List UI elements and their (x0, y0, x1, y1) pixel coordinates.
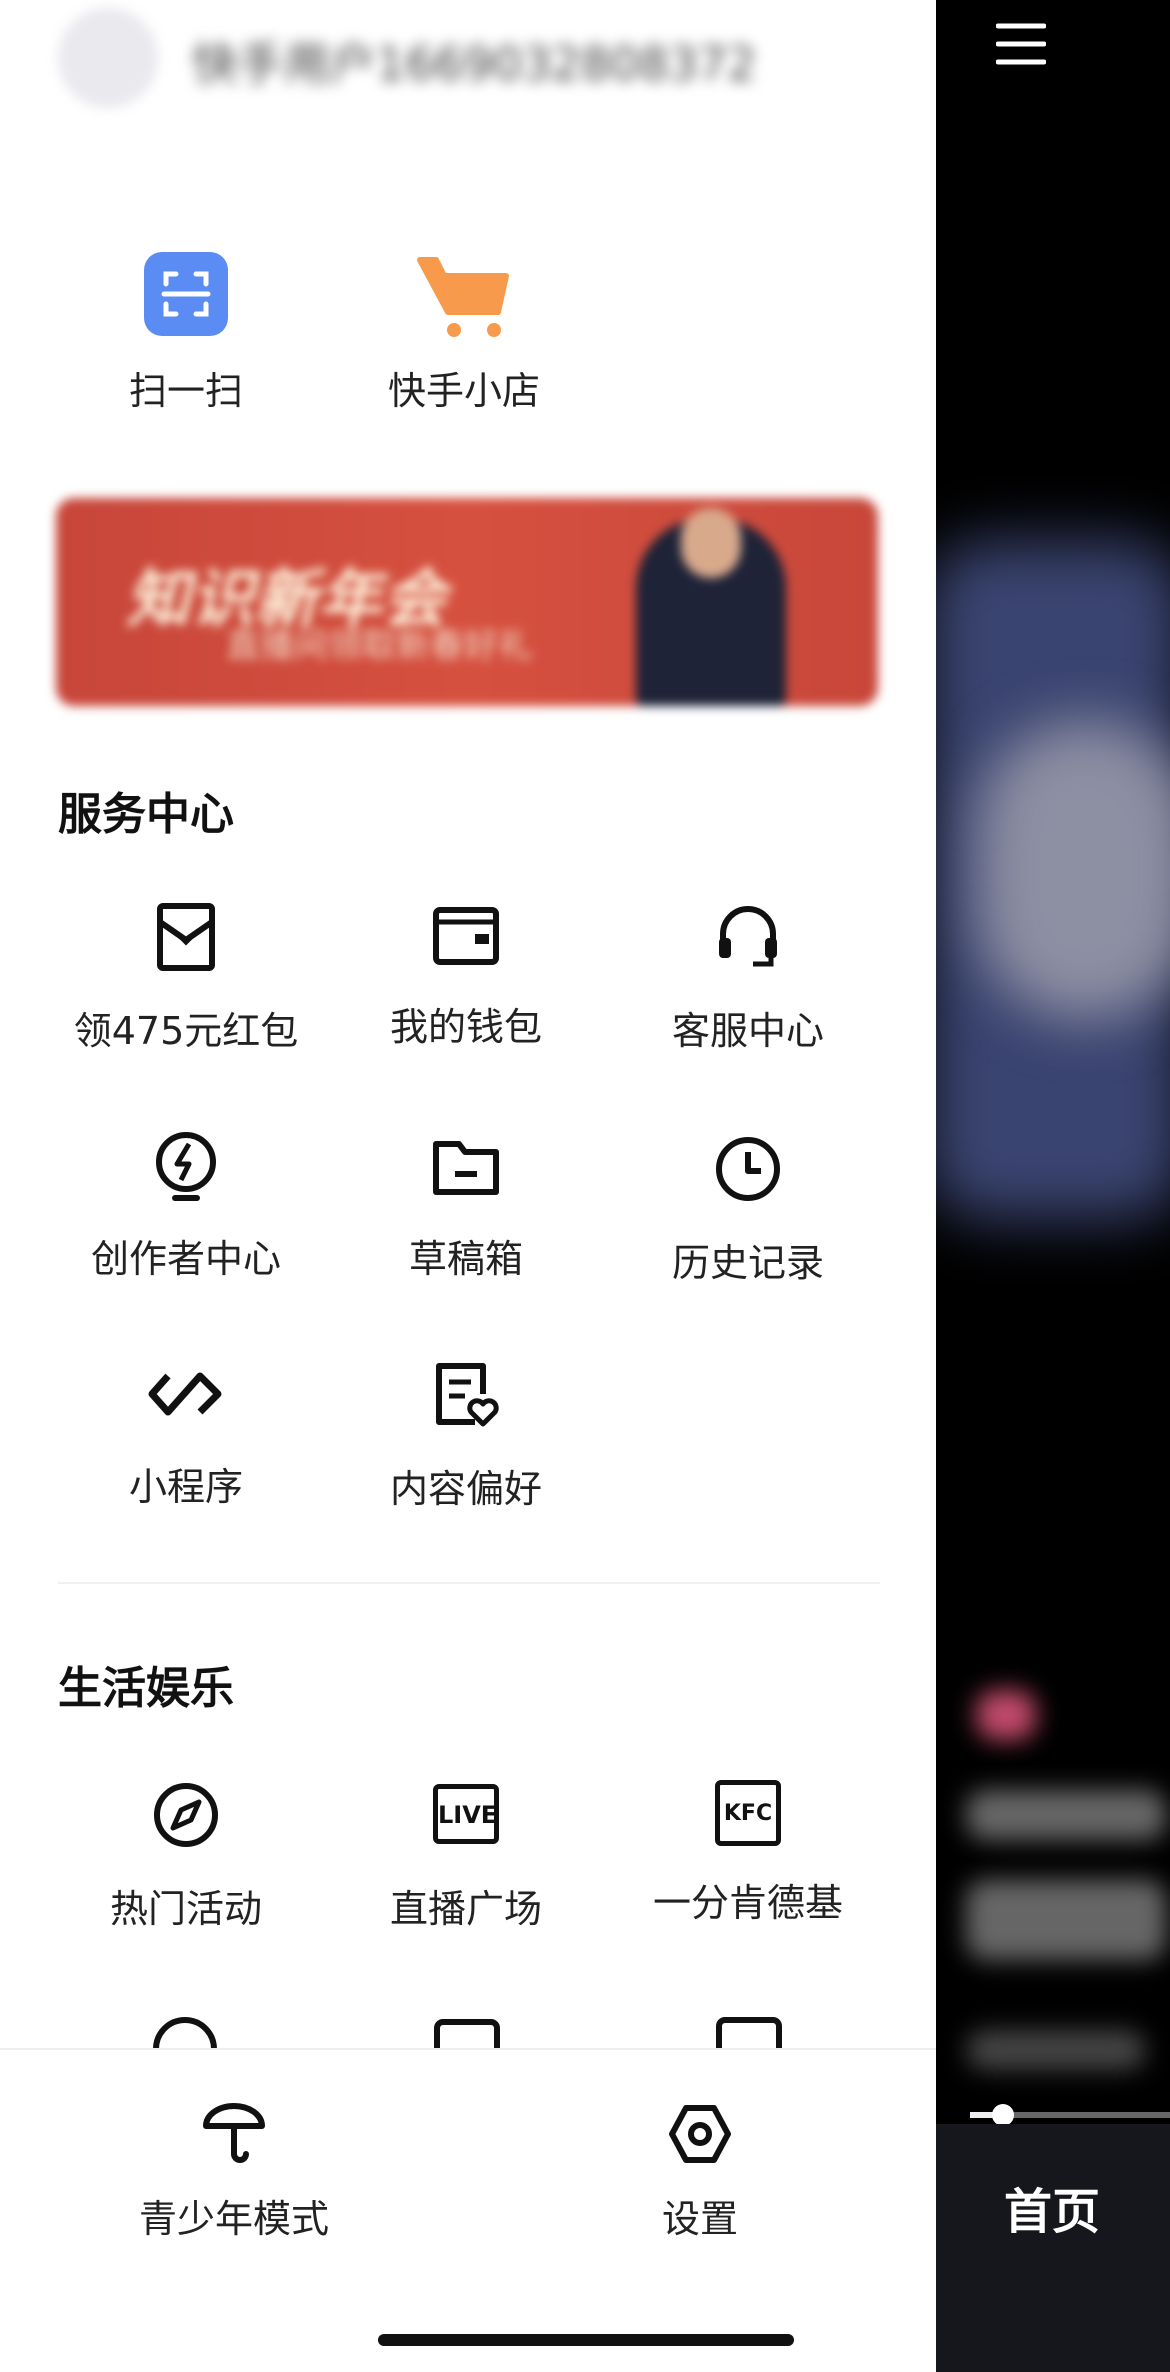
compass-icon (154, 1783, 218, 1847)
video-blur-avatar (976, 1690, 1036, 1740)
promo-banner[interactable]: 知识新年会 直播间领取新春好礼 (56, 498, 878, 706)
home-indicator[interactable] (378, 2334, 794, 2346)
settings-label: 设置 (661, 2197, 738, 2241)
scan-icon (144, 252, 228, 336)
drawer-bottom-bar: 青少年模式 设置 (0, 2048, 936, 2372)
creator-center-button[interactable]: 创作者中心 (46, 1130, 326, 1283)
video-feed-background[interactable]: 首页 (936, 0, 1170, 2372)
customer-service-label: 客服中心 (671, 1009, 824, 1053)
wallet-label: 我的钱包 (389, 1005, 542, 1049)
video-progress-thumb[interactable] (992, 2104, 1014, 2126)
mini-program-label: 小程序 (128, 1465, 243, 1509)
headset-icon (719, 906, 777, 967)
hamburger-menu-icon[interactable] (995, 22, 1047, 70)
content-preference-button[interactable]: 内容偏好 (326, 1360, 606, 1513)
mini-program-button[interactable]: 小程序 (46, 1366, 326, 1511)
umbrella-icon (203, 2103, 265, 2163)
mini-program-icon (148, 1372, 222, 1416)
history-label: 历史记录 (671, 1241, 824, 1285)
shop-label: 快手小店 (387, 369, 540, 413)
banner-person-head (681, 508, 741, 578)
content-preference-label: 内容偏好 (389, 1467, 542, 1511)
video-blur-text-1 (966, 1790, 1166, 1840)
youth-mode-label: 青少年模式 (138, 2197, 329, 2241)
bulb-lightning-icon (156, 1132, 216, 1201)
red-packet-icon (157, 903, 215, 971)
shop-button[interactable]: 快手小店 (364, 252, 564, 415)
content-preference-icon (436, 1363, 499, 1427)
settings-hexagon-icon (669, 2105, 731, 2163)
tab-home[interactable]: 首页 (1004, 2172, 1100, 2242)
customer-service-button[interactable]: 客服中心 (608, 902, 888, 1055)
banner-subtitle: 直播间领取新春好礼 (226, 626, 532, 666)
service-center-title: 服务中心 (58, 789, 234, 840)
red-packet-label: 领475元红包 (73, 1009, 299, 1053)
video-blur-text-2 (966, 1880, 1166, 1960)
wallet-icon (433, 907, 499, 965)
red-packet-button[interactable]: 领475元红包 (46, 902, 326, 1055)
kfc-button[interactable]: KFC 一分肯德基 (608, 1780, 888, 1927)
hot-events-label: 热门活动 (109, 1887, 262, 1931)
drafts-label: 草稿箱 (408, 1237, 523, 1281)
live-icon: LIVE (433, 1784, 499, 1844)
life-entertainment-title: 生活娱乐 (58, 1663, 234, 1714)
folder-icon (433, 1141, 499, 1195)
kfc-icon-glyph: KFC (723, 1801, 773, 1826)
section-divider (58, 1582, 880, 1584)
username[interactable]: 快手用户1669032808372 (192, 28, 756, 94)
live-icon-glyph: LIVE (438, 1801, 498, 1829)
youth-mode-button[interactable]: 青少年模式 (104, 2102, 364, 2243)
live-plaza-button[interactable]: LIVE 直播广场 (326, 1784, 606, 1933)
scan-button[interactable]: 扫一扫 (86, 252, 286, 415)
hot-events-button[interactable]: 热门活动 (46, 1780, 326, 1933)
history-button[interactable]: 历史记录 (608, 1134, 888, 1287)
avatar[interactable] (58, 8, 158, 108)
live-plaza-label: 直播广场 (389, 1887, 542, 1931)
scan-label: 扫一扫 (128, 369, 243, 413)
side-drawer: 快手用户1669032808372 扫一扫 快手小店 知识新年会 直播间领取新春… (0, 0, 936, 2372)
bottom-tab-bar (936, 2124, 1170, 2372)
creator-center-label: 创作者中心 (90, 1237, 281, 1281)
wallet-button[interactable]: 我的钱包 (326, 902, 606, 1051)
clock-icon (716, 1137, 780, 1201)
kfc-icon: KFC (715, 1780, 781, 1846)
kfc-label: 一分肯德基 (652, 1881, 843, 1925)
video-blur-highlight (976, 720, 1170, 1020)
settings-button[interactable]: 设置 (570, 2102, 830, 2243)
video-blur-text-3 (966, 2030, 1146, 2070)
cart-icon (414, 252, 514, 342)
drafts-button[interactable]: 草稿箱 (326, 1136, 606, 1283)
